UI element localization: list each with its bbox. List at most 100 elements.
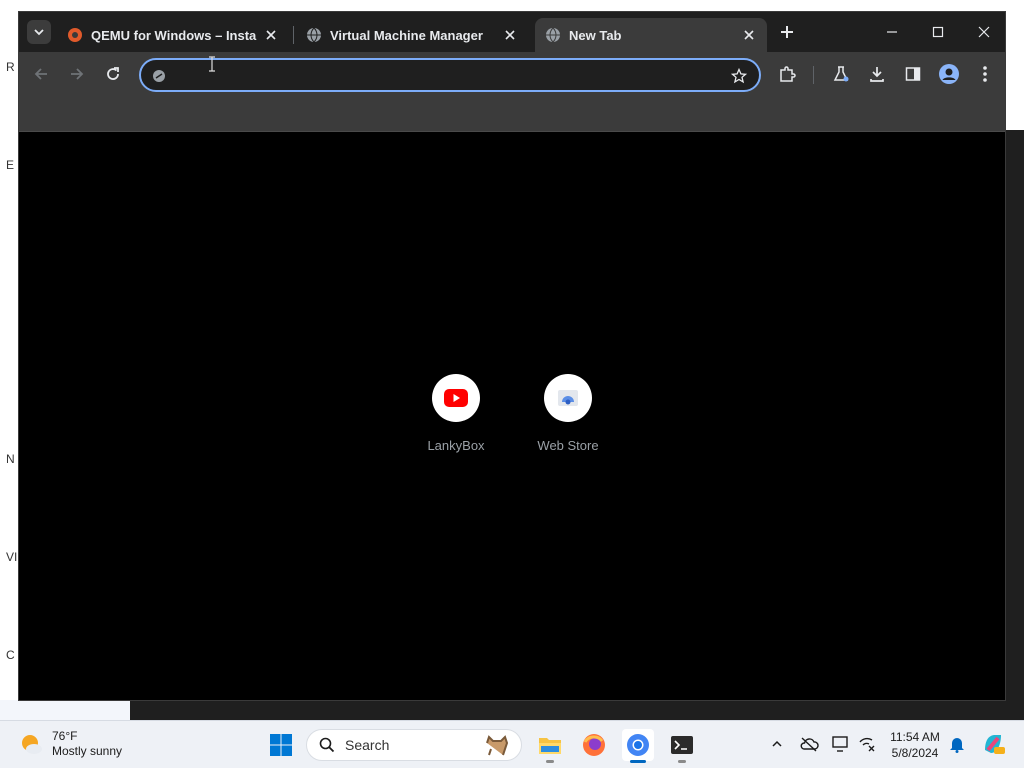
globe-icon (306, 27, 322, 43)
minimize-icon (887, 31, 897, 33)
menu-button[interactable] (973, 62, 997, 86)
search-engine-icon (151, 68, 167, 84)
active-indicator (630, 760, 646, 763)
avatar-icon (939, 64, 959, 84)
taskbar-file-explorer[interactable] (534, 729, 566, 763)
taskbar-firefox[interactable] (578, 729, 610, 761)
desktop-text-fragment: N (6, 452, 15, 466)
maximize-icon (932, 26, 944, 38)
shortcut-label: LankyBox (427, 438, 485, 453)
close-tab-icon[interactable] (502, 27, 518, 43)
tab-virtual-machine-manager[interactable]: Virtual Machine Manager (296, 18, 528, 52)
back-button[interactable] (29, 62, 53, 86)
youtube-icon (444, 389, 468, 407)
web-store-icon (558, 390, 578, 406)
windows-logo-icon (270, 734, 292, 756)
tab-title: QEMU for Windows – Installers (91, 27, 257, 43)
shortcut-web-store[interactable]: Web Store (523, 374, 613, 453)
bell-icon (950, 738, 964, 753)
puzzle-icon (780, 66, 796, 82)
address-bar[interactable] (139, 58, 761, 92)
address-input[interactable] (175, 64, 715, 86)
toolbar-separator (813, 66, 814, 84)
display-tray-icon[interactable] (830, 733, 852, 755)
close-icon (978, 26, 990, 38)
arrow-left-icon (34, 68, 47, 80)
tab-title: Virtual Machine Manager (330, 27, 483, 43)
extensions-button[interactable] (775, 62, 799, 86)
bookmark-star-icon[interactable] (729, 66, 749, 86)
qemu-favicon-icon (67, 27, 83, 43)
chevron-down-icon (34, 29, 44, 36)
flask-icon (833, 66, 849, 82)
globe-icon (545, 27, 561, 43)
weather-widget[interactable]: 76°F Mostly sunny (18, 729, 122, 759)
network-tray-icon[interactable] (856, 733, 878, 755)
tab-strip: QEMU for Windows – Installers Virtual Ma… (19, 12, 1005, 52)
weather-description: Mostly sunny (52, 744, 123, 758)
close-tab-icon[interactable] (741, 27, 757, 43)
downloads-button[interactable] (865, 62, 889, 86)
monitor-icon (832, 736, 848, 752)
shortcut-tile[interactable] (432, 374, 480, 422)
notifications-button[interactable] (946, 733, 968, 755)
show-hidden-icons-button[interactable] (766, 733, 788, 755)
close-tab-icon[interactable] (263, 27, 279, 43)
toolbar (19, 52, 1005, 96)
desktop-strip (0, 700, 130, 720)
network-off-icon (859, 737, 875, 752)
search-icon (319, 737, 335, 753)
taskbar-search[interactable]: Search (306, 729, 522, 761)
new-tab-button[interactable] (775, 20, 799, 44)
tab-search-button[interactable] (27, 20, 51, 44)
shortcut-lankybox[interactable]: LankyBox (411, 374, 501, 453)
desktop-text-fragment: R (6, 60, 15, 74)
download-icon (870, 67, 884, 82)
reload-button[interactable] (101, 62, 125, 86)
desktop-text-fragment: E (6, 158, 15, 172)
cloud-off-icon (800, 737, 819, 752)
kebab-menu-icon (983, 66, 987, 82)
taskbar: 76°F Mostly sunny Search 11:54 AM 5/8/20… (0, 720, 1024, 768)
firefox-icon (583, 734, 605, 756)
tab-qemu[interactable]: QEMU for Windows – Installers (57, 18, 289, 52)
clock[interactable]: 11:54 AM 5/8/2024 (884, 729, 946, 761)
reload-icon (107, 67, 119, 80)
tab-title: New Tab (569, 27, 622, 43)
text-cursor-icon (209, 56, 215, 72)
shortcut-tile[interactable] (544, 374, 592, 422)
forward-button[interactable] (65, 62, 89, 86)
taskbar-terminal[interactable] (666, 729, 698, 763)
close-window-button[interactable] (961, 18, 1007, 46)
copilot-button[interactable] (980, 733, 1006, 755)
shortcut-label: Web Store (537, 438, 599, 453)
tab-new-tab[interactable]: New Tab (535, 18, 767, 52)
profile-button[interactable] (937, 62, 961, 86)
running-indicator (546, 760, 554, 763)
weather-temperature: 76°F (52, 729, 78, 743)
chevron-up-icon (772, 740, 782, 747)
clock-time: 11:54 AM (890, 730, 940, 744)
weather-sun-icon (22, 735, 42, 754)
maximize-button[interactable] (915, 18, 961, 46)
arrow-right-icon (71, 68, 84, 80)
search-highlight-icon (486, 735, 509, 756)
bookmarks-bar (19, 96, 1005, 132)
browser-window: QEMU for Windows – Installers Virtual Ma… (18, 11, 1006, 701)
desktop-text-fragment: C (6, 648, 15, 662)
copilot-icon (985, 735, 1005, 754)
side-panel-button[interactable] (901, 62, 925, 86)
onedrive-tray-icon[interactable] (798, 733, 820, 755)
labs-button[interactable] (829, 62, 853, 86)
search-label: Search (345, 737, 390, 753)
tab-separator (293, 26, 294, 44)
new-tab-page: LankyBox Web Store (19, 133, 1005, 700)
clock-date: 5/8/2024 (891, 746, 939, 760)
minimize-button[interactable] (869, 18, 915, 46)
taskbar-chrome[interactable] (622, 729, 654, 763)
plus-icon (781, 26, 793, 38)
running-indicator (678, 760, 686, 763)
side-panel-icon (905, 67, 921, 81)
chrome-icon (627, 734, 649, 756)
start-button[interactable] (265, 729, 297, 761)
